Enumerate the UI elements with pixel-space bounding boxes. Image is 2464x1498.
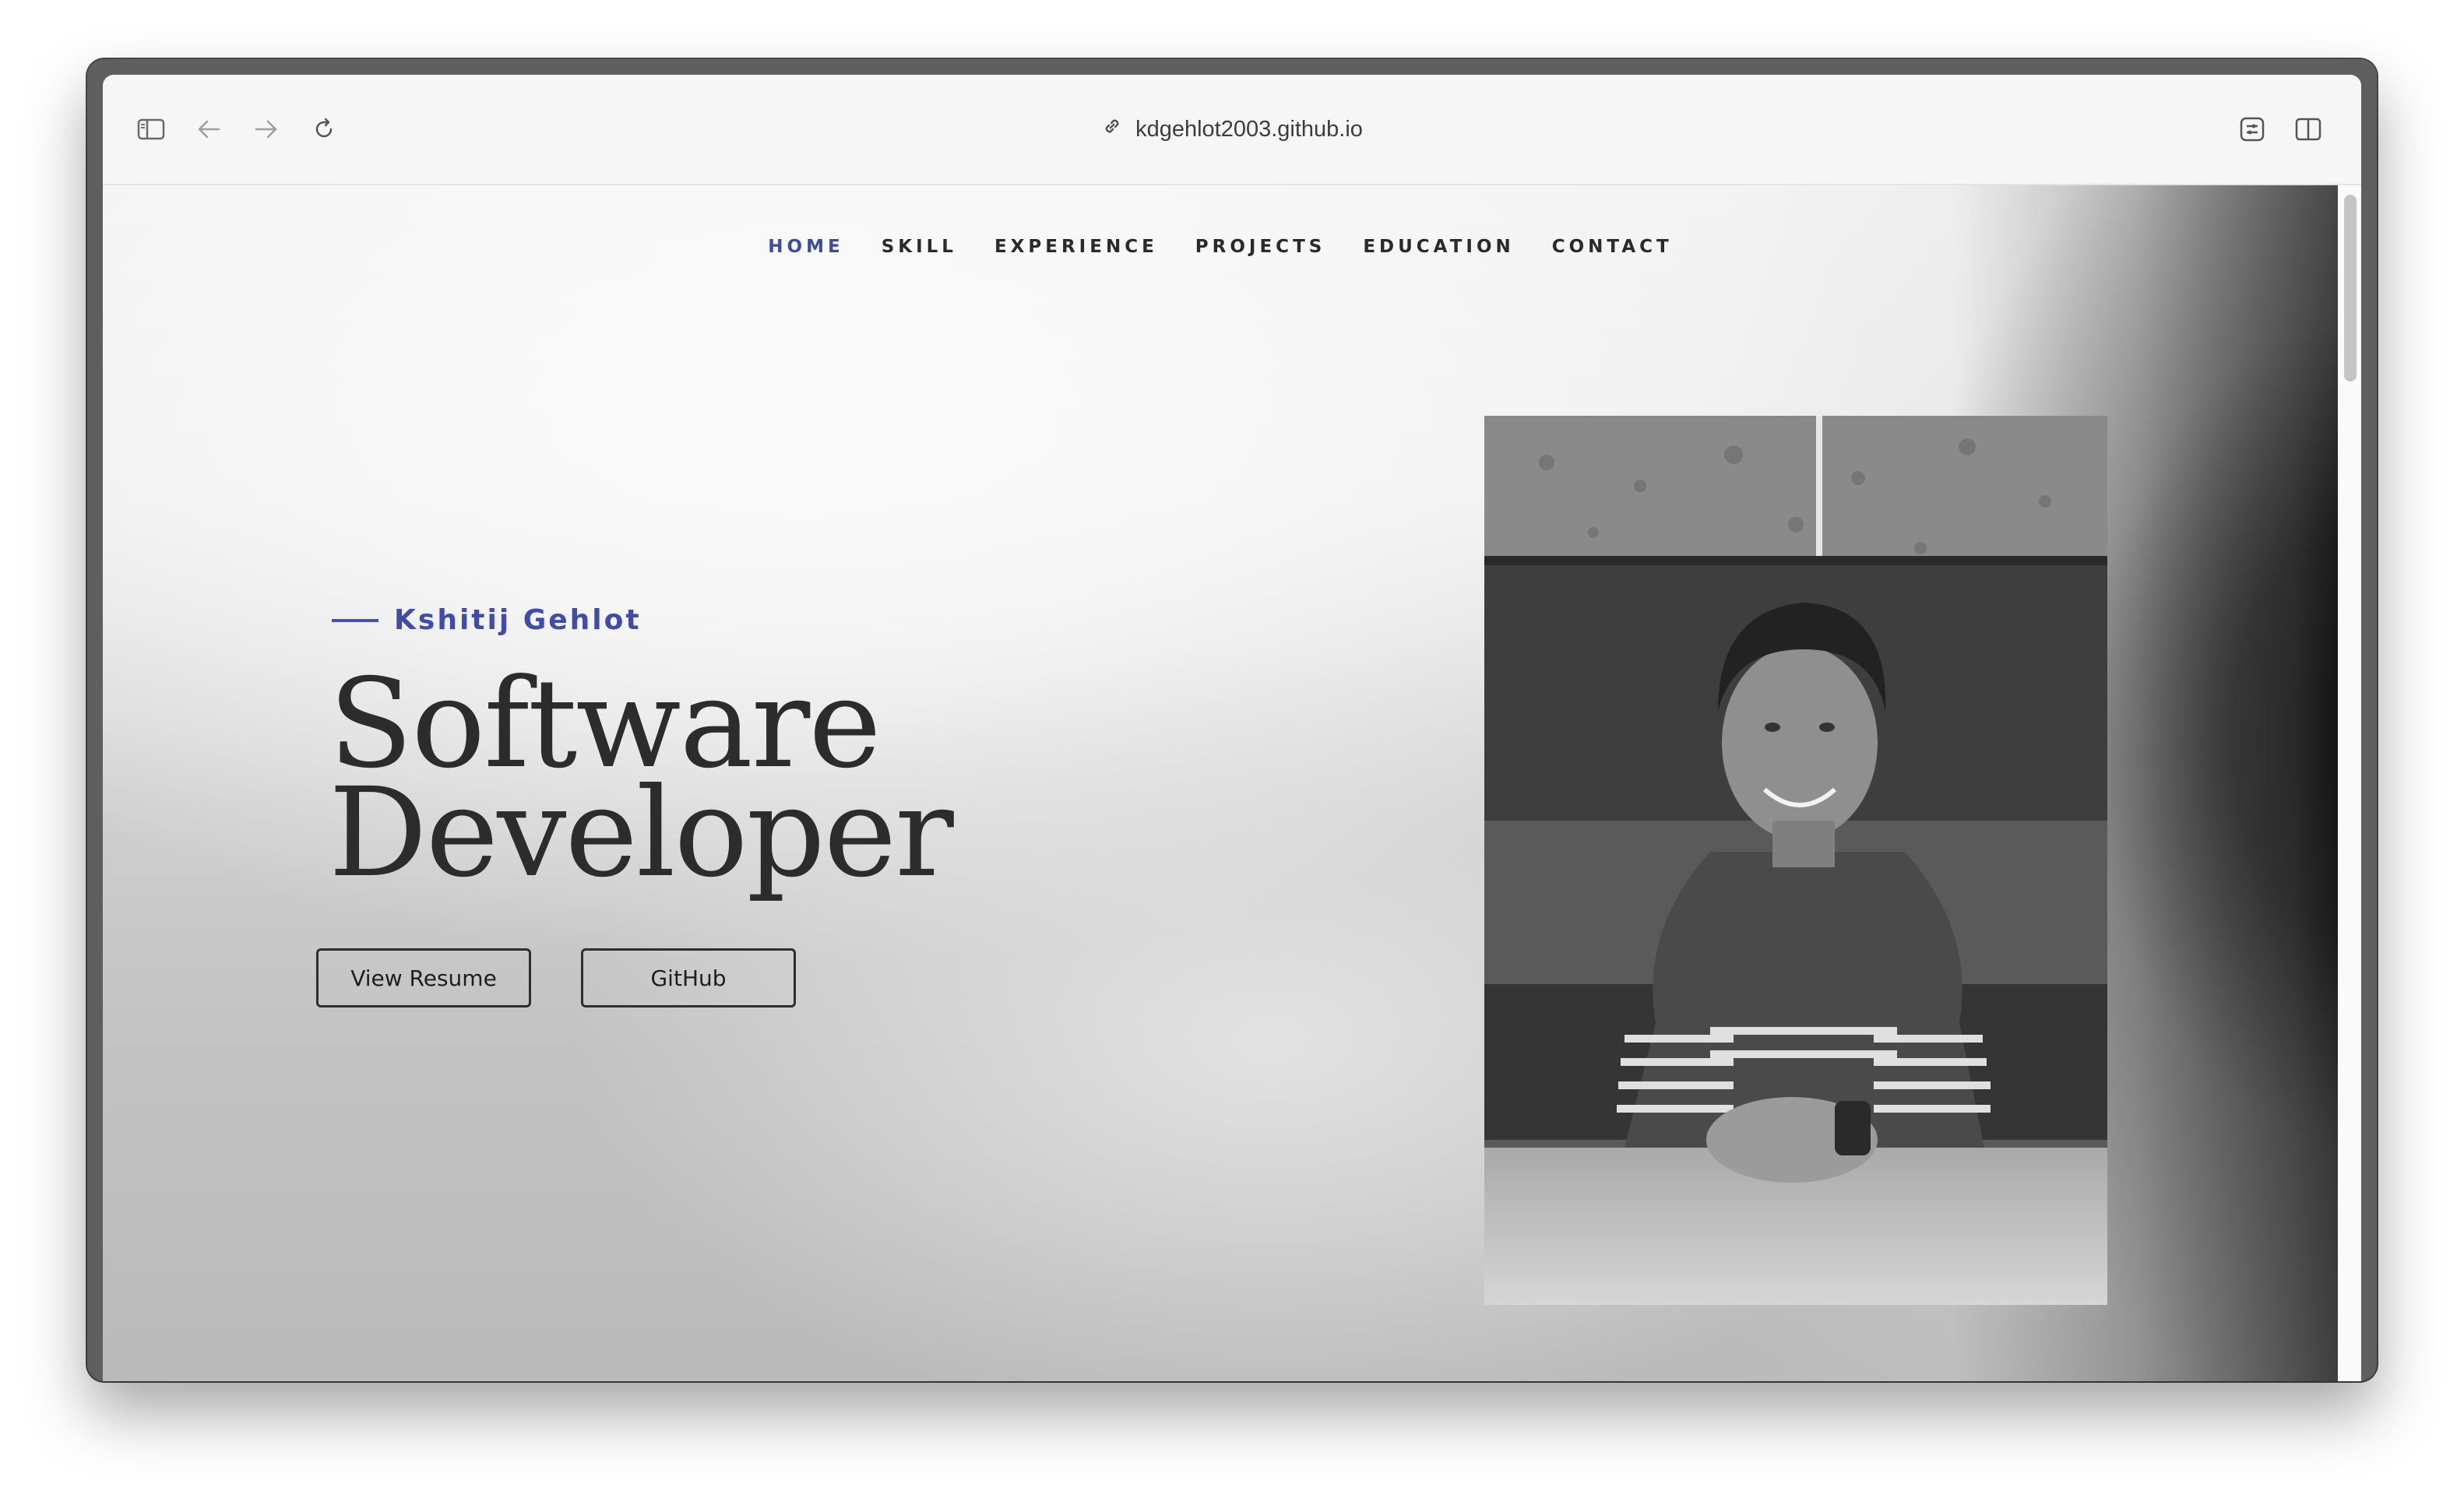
view-resume-button[interactable]: View Resume [316, 948, 531, 1007]
profile-photo [1484, 416, 2107, 1305]
accent-line [332, 618, 378, 622]
scroll-thumb[interactable] [2344, 195, 2357, 382]
address-bar[interactable]: kdgehlot2003.github.io [1101, 101, 1363, 157]
nav-projects[interactable]: PROJECTS [1195, 237, 1326, 257]
nav-education[interactable]: EDUCATION [1363, 237, 1514, 257]
url-text: kdgehlot2003.github.io [1135, 116, 1363, 142]
hero-name-row: Kshitij Gehlot [332, 604, 642, 636]
link-icon [1101, 115, 1123, 143]
nav-home[interactable]: HOME [768, 237, 843, 257]
back-arrow-icon[interactable] [181, 101, 237, 157]
extension-icon[interactable] [2224, 101, 2280, 157]
nav-experience[interactable]: EXPERIENCE [994, 237, 1158, 257]
nav-contact[interactable]: CONTACT [1552, 237, 1673, 257]
browser-toolbar: kdgehlot2003.github.io [103, 75, 2361, 185]
reload-icon[interactable] [296, 101, 352, 157]
hero-title-line2: Developer [329, 761, 954, 905]
nav-skill[interactable]: SKILL [882, 237, 957, 257]
forward-arrow-icon[interactable] [238, 101, 294, 157]
scrollbar[interactable] [2338, 185, 2361, 1381]
split-view-icon[interactable] [2280, 101, 2336, 157]
sidebar-toggle-icon[interactable] [123, 101, 179, 157]
main-nav: HOME SKILL EXPERIENCE PROJECTS EDUCATION… [103, 237, 2338, 257]
github-button[interactable]: GitHub [581, 948, 796, 1007]
page-viewport: HOME SKILL EXPERIENCE PROJECTS EDUCATION… [103, 185, 2361, 1381]
browser-window: kdgehlot2003.github.io HOME SKILL EXPERI… [87, 59, 2377, 1381]
hero-title: Software Developer [329, 663, 954, 895]
hero-name: Kshitij Gehlot [394, 604, 642, 636]
